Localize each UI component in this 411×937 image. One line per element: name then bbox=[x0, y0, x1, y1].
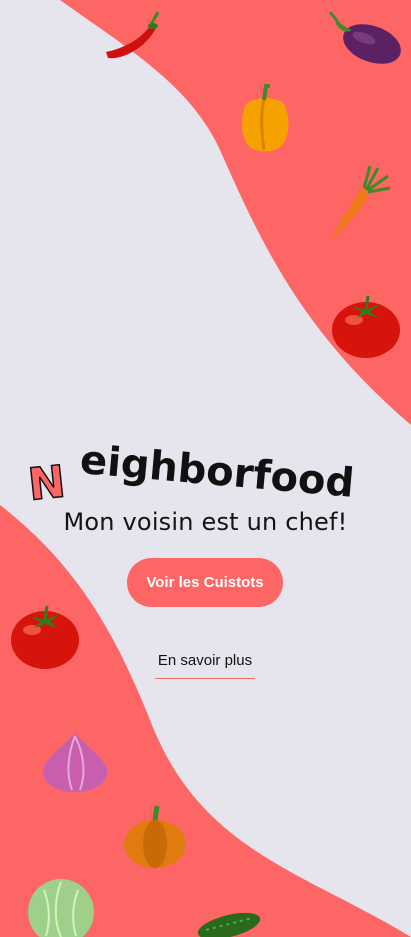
onion-icon bbox=[42, 732, 108, 792]
view-cooks-button[interactable]: Voir les Cuistots bbox=[127, 558, 283, 607]
brand-rest: eighborfood bbox=[78, 437, 356, 507]
tomato-icon bbox=[11, 605, 79, 669]
pumpkin-icon bbox=[124, 805, 186, 868]
bell-pepper-icon bbox=[241, 84, 289, 152]
tomato-icon bbox=[332, 295, 400, 358]
carrot-icon bbox=[330, 165, 391, 240]
cucumber-icon bbox=[197, 912, 261, 937]
brand-initial: N bbox=[26, 456, 68, 511]
tagline: Mon voisin est un chef! bbox=[63, 508, 348, 536]
chili-pepper-icon bbox=[106, 11, 160, 59]
eggplant-icon bbox=[328, 11, 401, 64]
learn-more-link[interactable]: En savoir plus bbox=[155, 651, 255, 679]
cabbage-icon bbox=[28, 879, 94, 937]
